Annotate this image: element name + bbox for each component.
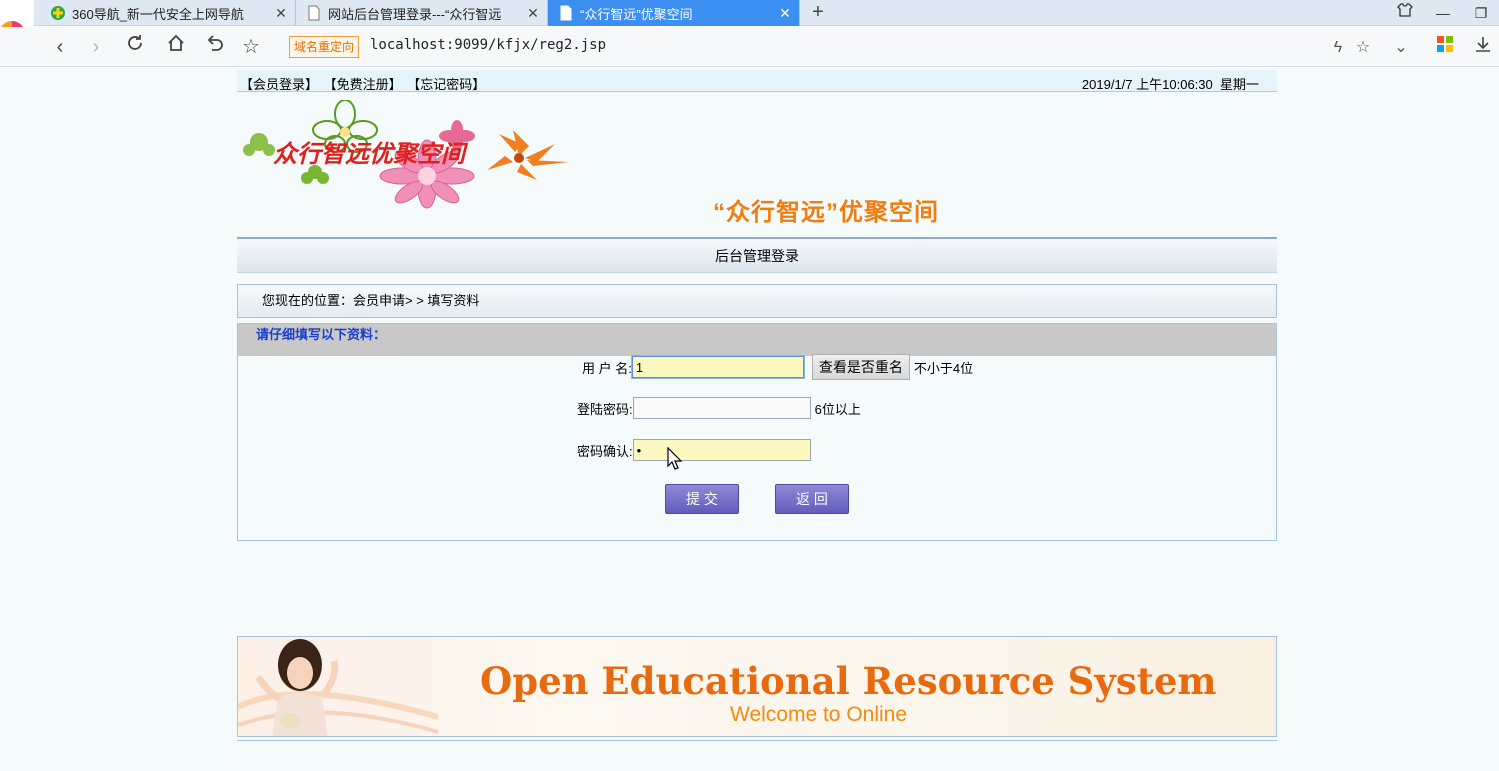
username-row: 用 户 名: 查看是否重名 不小于4位	[582, 354, 973, 380]
download-icon[interactable]	[1470, 35, 1496, 61]
password-label: 登陆密码:	[577, 401, 633, 417]
forgot-password-link[interactable]: 【忘记密码】	[407, 77, 485, 92]
page-icon	[308, 5, 320, 21]
site-slogan: “众行智远”优聚空间	[713, 199, 939, 226]
username-label: 用 户 名:	[582, 360, 632, 376]
datetime: 2019/1/7 上午10:06:30 星期一	[1082, 74, 1259, 93]
password-row: 登陆密码: 6位以上	[577, 397, 861, 419]
back-icon[interactable]: ‹	[46, 33, 74, 61]
form-heading: 请仔细填写以下资料：	[238, 324, 1276, 356]
footer-divider	[237, 740, 1277, 741]
member-login-link[interactable]: 【会员登录】	[240, 77, 318, 92]
breadcrumb-text: 您现在的位置：会员申请> > 填写资料	[262, 293, 480, 308]
register-form: 请仔细填写以下资料： 用 户 名: 查看是否重名 不小于4位 登陆密码: 6位以…	[237, 323, 1277, 541]
weekday-text: 星期一	[1219, 77, 1259, 92]
star-icon[interactable]: ☆	[237, 33, 265, 61]
footer-banner: Open Educational Resource System Welcome…	[237, 636, 1277, 737]
redirect-badge[interactable]: 域名重定向	[289, 36, 360, 58]
undo-icon[interactable]	[201, 33, 229, 61]
breadcrumb: 您现在的位置：会员申请> > 填写资料	[237, 284, 1277, 318]
datetime-text: 2019/1/7 上午10:06:30	[1081, 77, 1213, 92]
username-input[interactable]	[631, 356, 804, 378]
submit-button[interactable]: 提 交	[665, 484, 739, 514]
minimize-button[interactable]: —	[1424, 0, 1462, 26]
close-icon[interactable]: ✕	[271, 5, 291, 22]
close-icon[interactable]: ✕	[523, 5, 543, 22]
tab-current-page[interactable]: “众行智远”优聚空间 ✕	[548, 0, 800, 26]
browser-tab-bar: 360导航_新一代安全上网导航 ✕ 网站后台管理登录---“众行智远 ✕ “众行…	[0, 0, 1499, 26]
footer-title: Open Educational Resource System	[480, 659, 1217, 703]
mouse-cursor-icon	[667, 447, 683, 470]
lightning-icon[interactable]: ϟ	[1325, 35, 1351, 61]
restore-button[interactable]: ❐	[1462, 0, 1499, 26]
flower-logo: 众行智远优聚空间	[243, 100, 569, 209]
star-icon[interactable]: ☆	[1350, 35, 1376, 61]
close-icon[interactable]: ✕	[775, 5, 795, 22]
refresh-icon[interactable]	[121, 33, 149, 61]
confirm-label: 密码确认:	[577, 443, 633, 459]
check-duplicate-button[interactable]: 查看是否重名	[811, 354, 910, 380]
username-hint: 不小于4位	[913, 360, 974, 376]
360-logo-icon	[51, 6, 65, 20]
back-button[interactable]: 返 回	[775, 484, 849, 514]
page-icon	[560, 5, 572, 21]
password-input[interactable]	[632, 397, 811, 419]
url-text[interactable]: localhost:9099/kfjx/reg2.jsp	[370, 37, 606, 53]
tab-360-nav[interactable]: 360导航_新一代安全上网导航 ✕	[40, 0, 296, 26]
footer-subtitle: Welcome to Online	[730, 703, 908, 726]
banner: 众行智远优聚空间 “众行智远”优聚空间	[237, 94, 1277, 234]
forward-icon[interactable]: ›	[82, 33, 110, 61]
page-content: 【会员登录】 【免费注册】 【忘记密码】 2019/1/7 上午10:06:30…	[0, 68, 1499, 771]
girl-photo	[238, 639, 438, 736]
apps-icon[interactable]	[1432, 35, 1458, 61]
chevron-down-icon[interactable]: ⌄	[1388, 35, 1414, 61]
confirm-password-input[interactable]	[632, 439, 811, 461]
top-links: 【会员登录】 【免费注册】 【忘记密码】	[240, 74, 487, 93]
home-icon[interactable]	[162, 33, 190, 61]
admin-title-bar: 后台管理登录	[237, 237, 1277, 273]
password-hint: 6位以上	[814, 401, 861, 417]
skin-icon[interactable]	[1386, 0, 1424, 26]
confirm-row: 密码确认:	[577, 439, 811, 461]
top-strip: 【会员登录】 【免费注册】 【忘记密码】 2019/1/7 上午10:06:30…	[237, 70, 1277, 92]
logo-text: 众行智远优聚空间	[273, 140, 469, 168]
new-tab-button[interactable]: +	[806, 0, 830, 26]
admin-title: 后台管理登录	[715, 248, 799, 264]
free-register-link[interactable]: 【免费注册】	[324, 77, 402, 92]
address-bar: ‹ › ☆ 域名重定向 localhost:9099/kfjx/reg2.jsp…	[0, 27, 1499, 67]
tab-admin-login[interactable]: 网站后台管理登录---“众行智远 ✕	[296, 0, 548, 26]
